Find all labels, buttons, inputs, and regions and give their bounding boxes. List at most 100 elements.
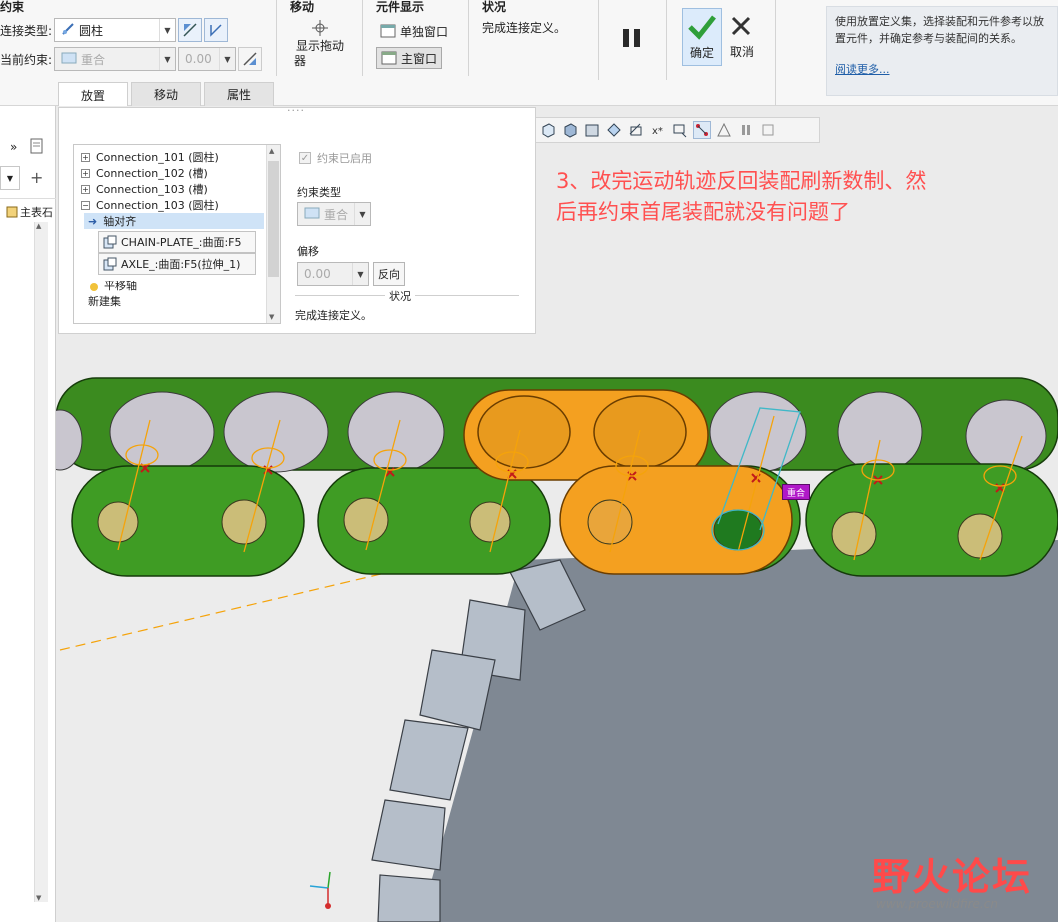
current-constraint-label: 当前约束: <box>0 53 53 67</box>
coincident-icon <box>304 207 320 222</box>
resize-grip[interactable]: ···· <box>287 104 305 117</box>
constraint-enable-button[interactable] <box>204 18 228 42</box>
separate-window-button[interactable]: 单独窗口 <box>376 20 452 42</box>
play-icon[interactable] <box>759 121 777 139</box>
add-icon[interactable]: + <box>30 168 43 187</box>
triangle-icon[interactable] <box>715 121 733 139</box>
tree-item-label: Connection_101 (圆柱) <box>96 151 219 164</box>
window-icon <box>380 24 396 38</box>
separate-window-label: 单独窗口 <box>400 24 449 39</box>
flip-button[interactable]: 反向 <box>373 262 405 286</box>
separator <box>666 0 667 80</box>
left-panel-scrollbar[interactable]: ▲ ▼ <box>34 222 48 902</box>
section-view-icon[interactable] <box>605 121 623 139</box>
expand-icon[interactable]: + <box>81 152 90 162</box>
expand-icon[interactable]: + <box>81 168 90 178</box>
document-icon[interactable] <box>30 138 44 157</box>
offset-value-input[interactable]: 0.00 ▼ <box>297 262 369 286</box>
reference-label: CHAIN-PLATE_:曲面:F5 <box>121 236 242 249</box>
read-more-link[interactable]: 阅读更多... <box>835 61 1049 78</box>
help-text: 使用放置定义集，选择装配和元件参考以放置元件，并确定参考与装配间的关系。 <box>835 15 1044 45</box>
tree-item-connection-101[interactable]: + Connection_101 (圆柱) <box>74 149 219 165</box>
scroll-down-icon[interactable]: ▼ <box>269 313 274 321</box>
separator <box>598 0 599 80</box>
chevron-down-icon: ▼ <box>352 263 368 285</box>
constraint-enabled-checkbox[interactable]: ✓ 约束已启用 <box>299 150 372 166</box>
datum-plane-icon[interactable] <box>627 121 645 139</box>
checkbox-check-icon: ✓ <box>299 152 311 164</box>
expand-icon[interactable]: + <box>81 184 90 194</box>
ribbon: 约束 连接类型: 圆柱 ▼ 当前约束: 重合 ▼ 0.00 ▼ 移动 显示拖动 … <box>0 0 1058 107</box>
offset-label: 偏移 <box>297 245 319 258</box>
connection-icon[interactable] <box>693 121 711 139</box>
tab-properties[interactable]: 属性 <box>204 82 274 106</box>
offset-flip-button[interactable] <box>238 47 262 71</box>
scroll-up-icon[interactable]: ▲ <box>269 147 274 155</box>
flip-icon <box>243 52 257 66</box>
scroll-up-icon[interactable]: ▲ <box>36 222 41 230</box>
tree-item-translate-axis[interactable]: 平移轴 <box>90 281 137 291</box>
chevron-down-icon: ▼ <box>354 203 370 225</box>
separator <box>362 0 363 76</box>
watermark-url: www.proewildfire.cn <box>876 897 998 911</box>
assembly-icon <box>6 206 18 218</box>
tab-placement[interactable]: 放置 <box>58 82 128 107</box>
annotation-icon[interactable] <box>671 121 689 139</box>
graphics-toolbar: x* <box>534 117 820 143</box>
status-text: 完成连接定义。 <box>482 21 567 35</box>
save-view-icon[interactable] <box>583 121 601 139</box>
tree-item-label: Connection_103 (槽) <box>96 183 208 196</box>
status-group-title: 状况 <box>482 0 507 14</box>
chevron-down-icon[interactable]: ▼ <box>0 166 20 190</box>
tree-item-connection-102[interactable]: + Connection_102 (槽) <box>74 165 208 181</box>
flip-icon-button[interactable] <box>178 18 202 42</box>
datum-point-icon[interactable]: x* <box>649 121 667 139</box>
arrow-right-icon: ➜ <box>88 214 98 228</box>
constraint-type-label: 约束类型 <box>297 186 341 199</box>
reference-chain-plate[interactable]: CHAIN-PLATE_:曲面:F5 <box>98 231 256 253</box>
connection-type-dropdown[interactable]: 圆柱 ▼ <box>54 18 176 42</box>
cancel-button[interactable]: 取消 <box>724 8 760 66</box>
tree-scrollbar[interactable]: ▲ ▼ <box>266 145 280 323</box>
main-window-label: 主窗口 <box>401 51 438 66</box>
tab-move[interactable]: 移动 <box>131 82 201 106</box>
window-icon <box>381 51 397 65</box>
show-drag-label: 显示拖动 <box>295 39 344 53</box>
shaded-view-icon[interactable] <box>561 121 579 139</box>
part-icon <box>103 257 117 271</box>
expand-icon[interactable]: » <box>10 140 17 154</box>
offset-input[interactable]: 0.00 ▼ <box>178 47 236 71</box>
placement-panel: ···· + Connection_101 (圆柱) + Connection_10… <box>58 104 536 334</box>
collapse-icon[interactable]: − <box>81 200 90 210</box>
tree-root-item[interactable]: 主表石 <box>6 204 54 220</box>
show-drag-button[interactable]: 显示拖动 器 <box>290 20 350 69</box>
scroll-down-icon[interactable]: ▼ <box>36 894 41 902</box>
view-cube-icon[interactable] <box>539 121 557 139</box>
constraint-tree: + Connection_101 (圆柱) + Connection_102 (槽)… <box>73 144 281 324</box>
constraint-tag[interactable]: 重合 <box>782 484 810 500</box>
tree-item-connection-103-slot[interactable]: + Connection_103 (槽) <box>74 181 208 197</box>
cancel-label: 取消 <box>729 45 754 59</box>
checkmark-icon <box>688 15 716 40</box>
tree-root-label: 主表石 <box>20 206 53 219</box>
separator <box>775 0 776 106</box>
reference-axle[interactable]: AXLE_:曲面:F5(拉伸_1) <box>98 253 256 275</box>
chevron-down-icon: ▼ <box>219 48 235 70</box>
main-window-button[interactable]: 主窗口 <box>376 47 443 69</box>
current-constraint-dropdown[interactable]: 重合 ▼ <box>54 47 176 71</box>
constraint-type-dropdown[interactable]: 重合 ▼ <box>297 202 371 226</box>
tree-item-label: Connection_103 (圆柱) <box>96 199 219 212</box>
chevron-down-icon: ▼ <box>159 19 175 41</box>
separator <box>468 0 469 76</box>
tree-item-axis-align[interactable]: ➜ 轴对齐 <box>84 213 264 229</box>
cylinder-icon <box>61 22 75 39</box>
pause-icon[interactable] <box>737 121 755 139</box>
ok-button[interactable]: 确定 <box>682 8 722 66</box>
part-icon <box>103 235 117 249</box>
tree-item-connection-103-cyl[interactable]: − Connection_103 (圆柱) <box>74 197 219 213</box>
pause-button[interactable] <box>614 20 650 56</box>
scroll-thumb[interactable] <box>268 161 279 277</box>
svg-text:x*: x* <box>652 126 663 137</box>
new-set-item[interactable]: 新建集 <box>88 293 121 309</box>
constraint-enabled-label: 约束已启用 <box>317 152 372 165</box>
